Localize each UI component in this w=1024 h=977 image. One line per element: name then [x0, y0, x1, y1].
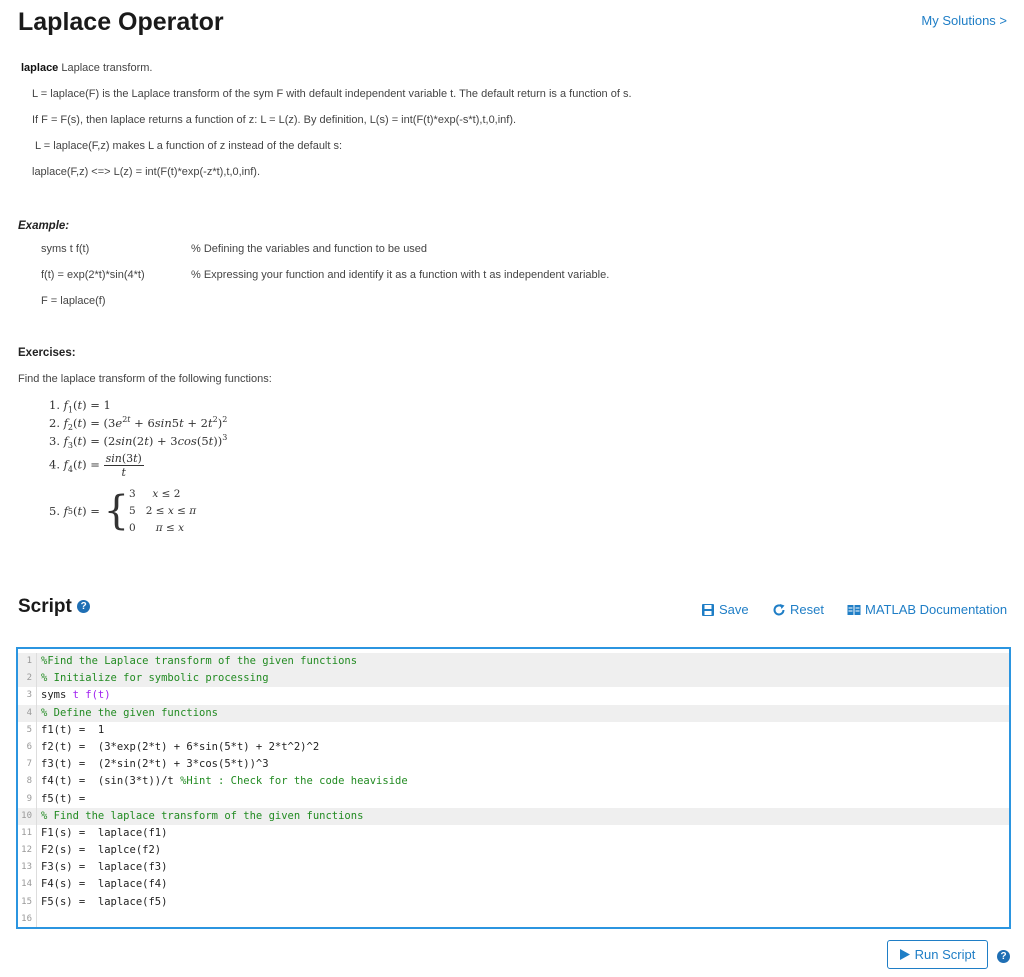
line-number: 4 — [26, 707, 32, 718]
code-text: f2(t) = (3*exp(2*t) + 6*sin(5*t) + 2*t^2… — [36, 738, 1009, 757]
exercise-item: 5. f 5(t) = { 3 x ≤ 2 5 2 ≤ x ≤ π 0 π ≤ x — [49, 487, 197, 534]
save-button[interactable]: Save — [701, 602, 749, 617]
documentation-label: MATLAB Documentation — [865, 602, 1008, 617]
exercise-number: 1. — [49, 398, 60, 412]
code-line[interactable]: 10 % Find the laplace transform of the gi… — [18, 807, 1009, 825]
example-comment: % Defining the variables and function to… — [191, 243, 428, 255]
line-number: 16 — [21, 913, 32, 924]
exercise-item: 4. f4(t) = sin(3t) t — [49, 452, 144, 479]
code-line[interactable]: 3 syms t f(t) — [18, 687, 1009, 705]
code-line[interactable]: 4 % Define the given functions — [18, 704, 1009, 722]
example-code: f(t) = exp(2*t)*sin(4*t) — [41, 269, 145, 281]
example-comment: % Expressing your function and identify … — [191, 269, 610, 281]
line-number: 15 — [21, 896, 32, 907]
line-number: 3 — [26, 690, 32, 701]
play-icon — [899, 949, 910, 960]
exercise-number: 5. — [49, 504, 60, 518]
exercise-number: 4. — [49, 457, 60, 472]
code-lines: 1 %Find the Laplace transform of the give… — [18, 649, 1009, 927]
code-text: F1(s) = laplace(f1) — [36, 824, 1009, 843]
exercise-item: 1. f1(t) = 1 — [49, 398, 111, 415]
exercise-number: 3. — [49, 433, 60, 448]
save-label: Save — [719, 602, 749, 617]
book-icon — [847, 604, 861, 615]
exercises-heading: Exercises: — [18, 347, 76, 359]
my-solutions-link[interactable]: My Solutions > — [921, 13, 1007, 28]
code-text: %Find the Laplace transform of the given… — [36, 653, 1009, 671]
line-number: 14 — [21, 879, 32, 890]
code-text: % Find the laplace transform of the give… — [36, 807, 1009, 825]
line-number: 1 — [26, 656, 32, 666]
run-help: ? — [997, 948, 1010, 966]
description-line: L = laplace(F) is the Laplace transform … — [32, 88, 632, 100]
line-number: 2 — [26, 673, 32, 684]
line-number: 11 — [21, 827, 32, 838]
description-keyword: laplace — [21, 62, 59, 74]
description-line: L = laplace(F,z) makes L a function of z… — [35, 140, 343, 152]
matlab-documentation-link[interactable]: MATLAB Documentation — [847, 602, 1007, 617]
line-number: 9 — [26, 793, 32, 804]
reset-button[interactable]: Reset — [772, 602, 824, 617]
run-script-button[interactable]: Run Script — [887, 940, 988, 969]
line-number: 10 — [21, 810, 32, 821]
code-text: F4(s) = laplace(f4) — [36, 876, 1009, 894]
example-code: syms t f(t) — [41, 243, 90, 255]
code-line[interactable]: 6 f2(t) = (3*exp(2*t) + 6*sin(5*t) + 2*t^… — [18, 738, 1009, 757]
example-heading: Example: — [18, 220, 70, 232]
line-number: 5 — [26, 724, 32, 735]
code-text: % Define the given functions — [36, 704, 1009, 722]
code-line[interactable]: 7 f3(t) = (2*sin(2*t) + 3*cos(5*t))^3 — [18, 756, 1009, 774]
line-number: 6 — [26, 741, 32, 752]
code-line[interactable]: 9 f5(t) = — [18, 790, 1009, 808]
code-line[interactable]: 11 F1(s) = laplace(f1) — [18, 824, 1009, 843]
code-editor[interactable]: 1 %Find the Laplace transform of the give… — [16, 647, 1011, 929]
code-text: syms t f(t) — [36, 687, 1009, 705]
help-icon[interactable]: ? — [77, 600, 91, 614]
run-script-label: Run Script — [914, 947, 976, 962]
description-line: If F = F(s), then laplace returns a func… — [32, 114, 517, 126]
line-number: 13 — [21, 862, 32, 873]
code-text — [36, 910, 1009, 927]
reset-icon — [773, 603, 785, 615]
code-text: f4(t) = (sin(3*t))/t %Hint : Check for t… — [36, 773, 1009, 791]
exercises-intro: Find the laplace transform of the follow… — [18, 373, 272, 385]
code-text: f3(t) = (2*sin(2*t) + 3*cos(5*t))^3 — [36, 756, 1009, 774]
code-text: f5(t) = — [36, 790, 1009, 808]
code-line[interactable]: 15 F5(s) = laplace(f5) — [18, 893, 1009, 911]
reset-label: Reset — [790, 602, 824, 617]
example-code: F = laplace(f) — [41, 295, 106, 307]
description-keyword-rest: Laplace transform. — [58, 62, 153, 74]
save-icon — [702, 603, 714, 616]
script-heading-label: Script — [18, 596, 72, 617]
line-number: 12 — [21, 845, 32, 856]
code-text: F2(s) = laplce(f2) — [36, 842, 1009, 860]
code-line[interactable]: 8 f4(t) = (sin(3*t))/t %Hint : Check for … — [18, 773, 1009, 791]
code-line[interactable]: 14 F4(s) = laplace(f4) — [18, 876, 1009, 894]
description-line: laplace(F,z) <=> L(z) = int(F(t)*exp(-z*… — [32, 166, 261, 178]
code-text: f1(t) = 1 — [36, 721, 1009, 739]
help-icon[interactable]: ? — [997, 950, 1010, 964]
code-text: F3(s) = laplace(f3) — [36, 859, 1009, 877]
code-text: % Initialize for symbolic processing — [36, 670, 1009, 688]
code-text: F5(s) = laplace(f5) — [36, 893, 1009, 911]
exercise-number: 2. — [49, 415, 60, 430]
code-line[interactable]: 12 F2(s) = laplce(f2) — [18, 842, 1009, 860]
line-number: 8 — [26, 776, 32, 787]
code-line[interactable]: 2 % Initialize for symbolic processing — [18, 670, 1009, 688]
code-line[interactable]: 16 — [18, 910, 1009, 927]
description-summary: laplace Laplace transform. — [21, 62, 152, 74]
code-line[interactable]: 1 %Find the Laplace transform of the give… — [18, 653, 1009, 671]
code-line[interactable]: 13 F3(s) = laplace(f3) — [18, 859, 1009, 877]
line-number: 7 — [26, 759, 32, 770]
exercise-item: 2. f2(t) = (3e2t + 6sin5t + 2t2)2 — [49, 415, 228, 433]
page-title: Laplace Operator — [18, 8, 224, 36]
code-line[interactable]: 5 f1(t) = 1 — [18, 721, 1009, 739]
script-heading: Script ? — [18, 596, 91, 618]
exercise-item: 3. f3(t) = (2sin(2t) + 3cos(5t))3 — [49, 433, 228, 451]
